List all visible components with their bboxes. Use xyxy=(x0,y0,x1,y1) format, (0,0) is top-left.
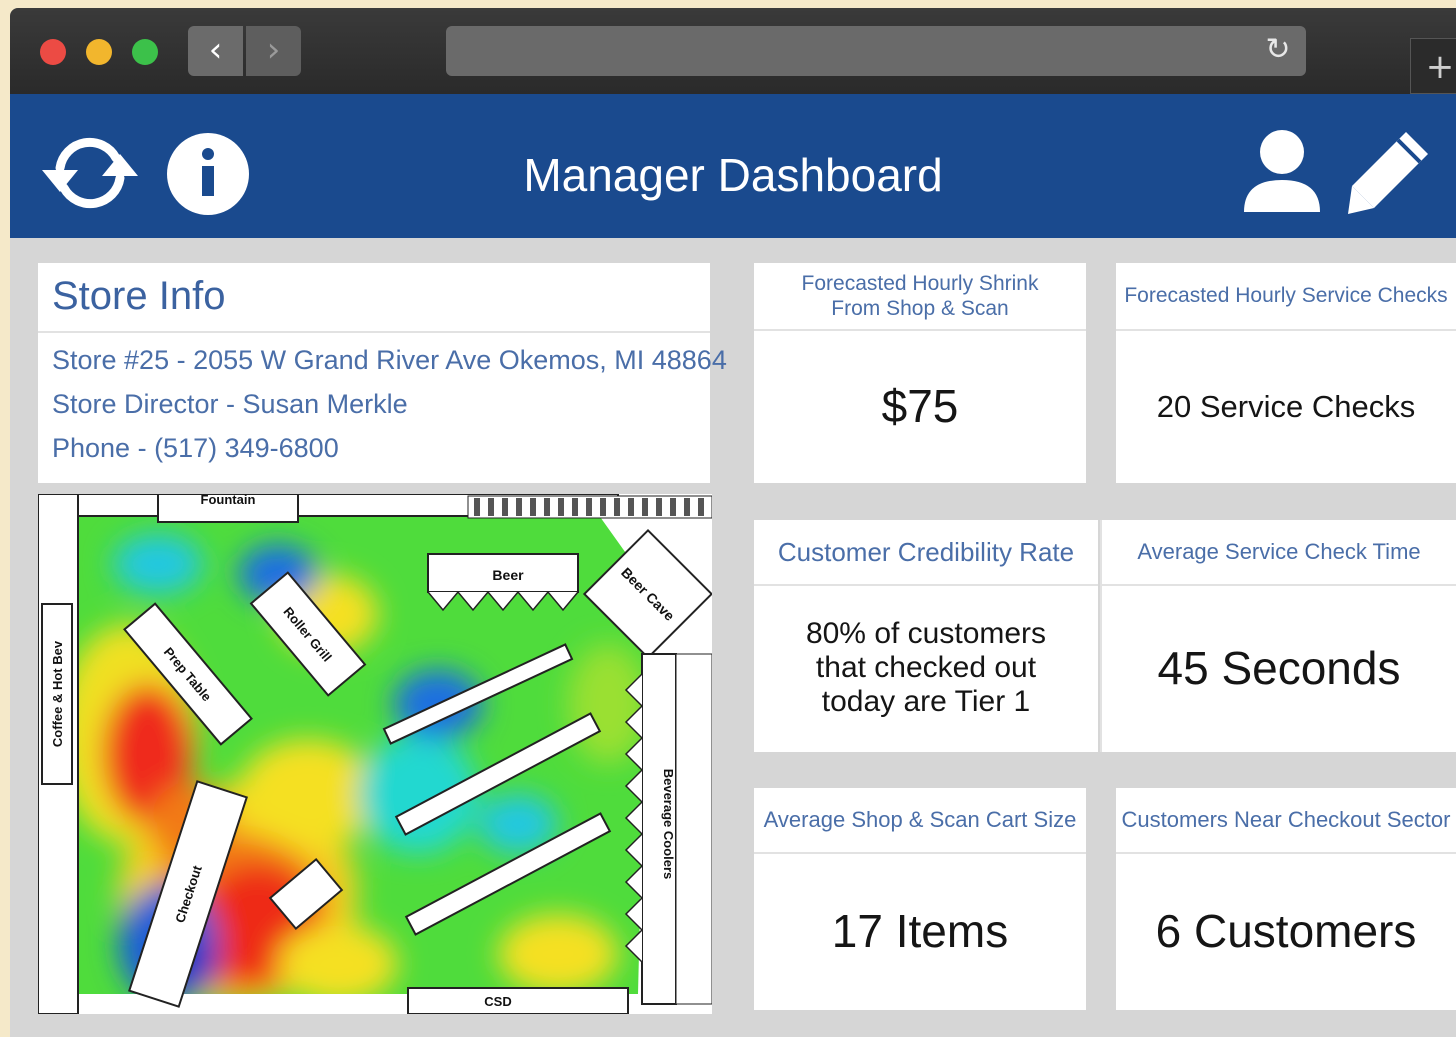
check-time-label: Average Service Check Time xyxy=(1102,520,1456,586)
cart-size-card: Average Shop & Scan Cart Size 17 Items xyxy=(754,788,1086,1010)
browser-window: ‹ › ↻ + Manager Dashboard Store Info Sto… xyxy=(10,8,1456,1037)
plus-icon: + xyxy=(1425,47,1455,87)
map-label-fountain: Fountain xyxy=(201,494,256,507)
chevron-right-icon: › xyxy=(266,30,281,70)
new-tab-button[interactable]: + xyxy=(1410,38,1456,94)
minimize-window-button[interactable] xyxy=(86,39,112,65)
near-checkout-card: Customers Near Checkout Sector 6 Custome… xyxy=(1116,788,1456,1010)
app-header: Manager Dashboard xyxy=(10,94,1456,238)
pencil-icon[interactable] xyxy=(1344,128,1434,218)
map-label-beverage-coolers: Beverage Coolers xyxy=(661,769,676,880)
store-director: Store Director - Susan Merkle xyxy=(52,389,408,419)
address-bar[interactable]: ↻ xyxy=(446,26,1306,76)
chevron-left-icon: ‹ xyxy=(208,30,223,70)
user-icon[interactable] xyxy=(1240,126,1324,214)
credibility-value: 80% of customers that checked out today … xyxy=(805,617,1047,718)
check-time-card: Average Service Check Time 45 Seconds xyxy=(1100,520,1456,752)
shrink-label: Forecasted Hourly Shrink From Shop & Sca… xyxy=(754,263,1086,331)
reload-icon[interactable]: ↻ xyxy=(1260,32,1296,68)
credibility-card: Customer Credibility Rate 80% of custome… xyxy=(754,520,1098,752)
shrink-card: Forecasted Hourly Shrink From Shop & Sca… xyxy=(754,263,1086,483)
maximize-window-button[interactable] xyxy=(132,39,158,65)
shrink-value: $75 xyxy=(881,380,959,432)
map-label-coffee: Coffee & Hot Bev xyxy=(50,640,65,747)
back-button[interactable]: ‹ xyxy=(188,26,243,76)
map-label-csd: CSD xyxy=(484,994,511,1009)
store-phone: Phone - (517) 349-6800 xyxy=(52,433,339,463)
map-label-beer: Beer xyxy=(492,567,524,583)
cart-size-value: 17 Items xyxy=(831,905,1009,957)
credibility-label: Customer Credibility Rate xyxy=(754,520,1098,586)
browser-toolbar: ‹ › ↻ + xyxy=(10,8,1456,94)
store-heatmap[interactable]: Fountain Coffee & Hot Bev Beer Beer Cave… xyxy=(38,494,712,1014)
near-checkout-value: 6 Customers xyxy=(1155,905,1417,957)
store-address: Store #25 - 2055 W Grand River Ave Okemo… xyxy=(52,345,727,375)
close-window-button[interactable] xyxy=(40,39,66,65)
store-info-card: Store Info Store #25 - 2055 W Grand Rive… xyxy=(38,263,727,483)
service-checks-card: Forecasted Hourly Service Checks 20 Serv… xyxy=(1116,263,1456,483)
service-checks-label: Forecasted Hourly Service Checks xyxy=(1116,263,1456,331)
store-info-title: Store Info xyxy=(38,263,710,333)
near-checkout-label: Customers Near Checkout Sector xyxy=(1116,788,1456,854)
cart-size-label: Average Shop & Scan Cart Size xyxy=(754,788,1086,854)
service-checks-value: 20 Service Checks xyxy=(1156,389,1416,424)
forward-button[interactable]: › xyxy=(246,26,301,76)
store-floorplan: Fountain Coffee & Hot Bev Beer Beer Cave… xyxy=(38,494,712,1014)
check-time-value: 45 Seconds xyxy=(1157,642,1401,694)
